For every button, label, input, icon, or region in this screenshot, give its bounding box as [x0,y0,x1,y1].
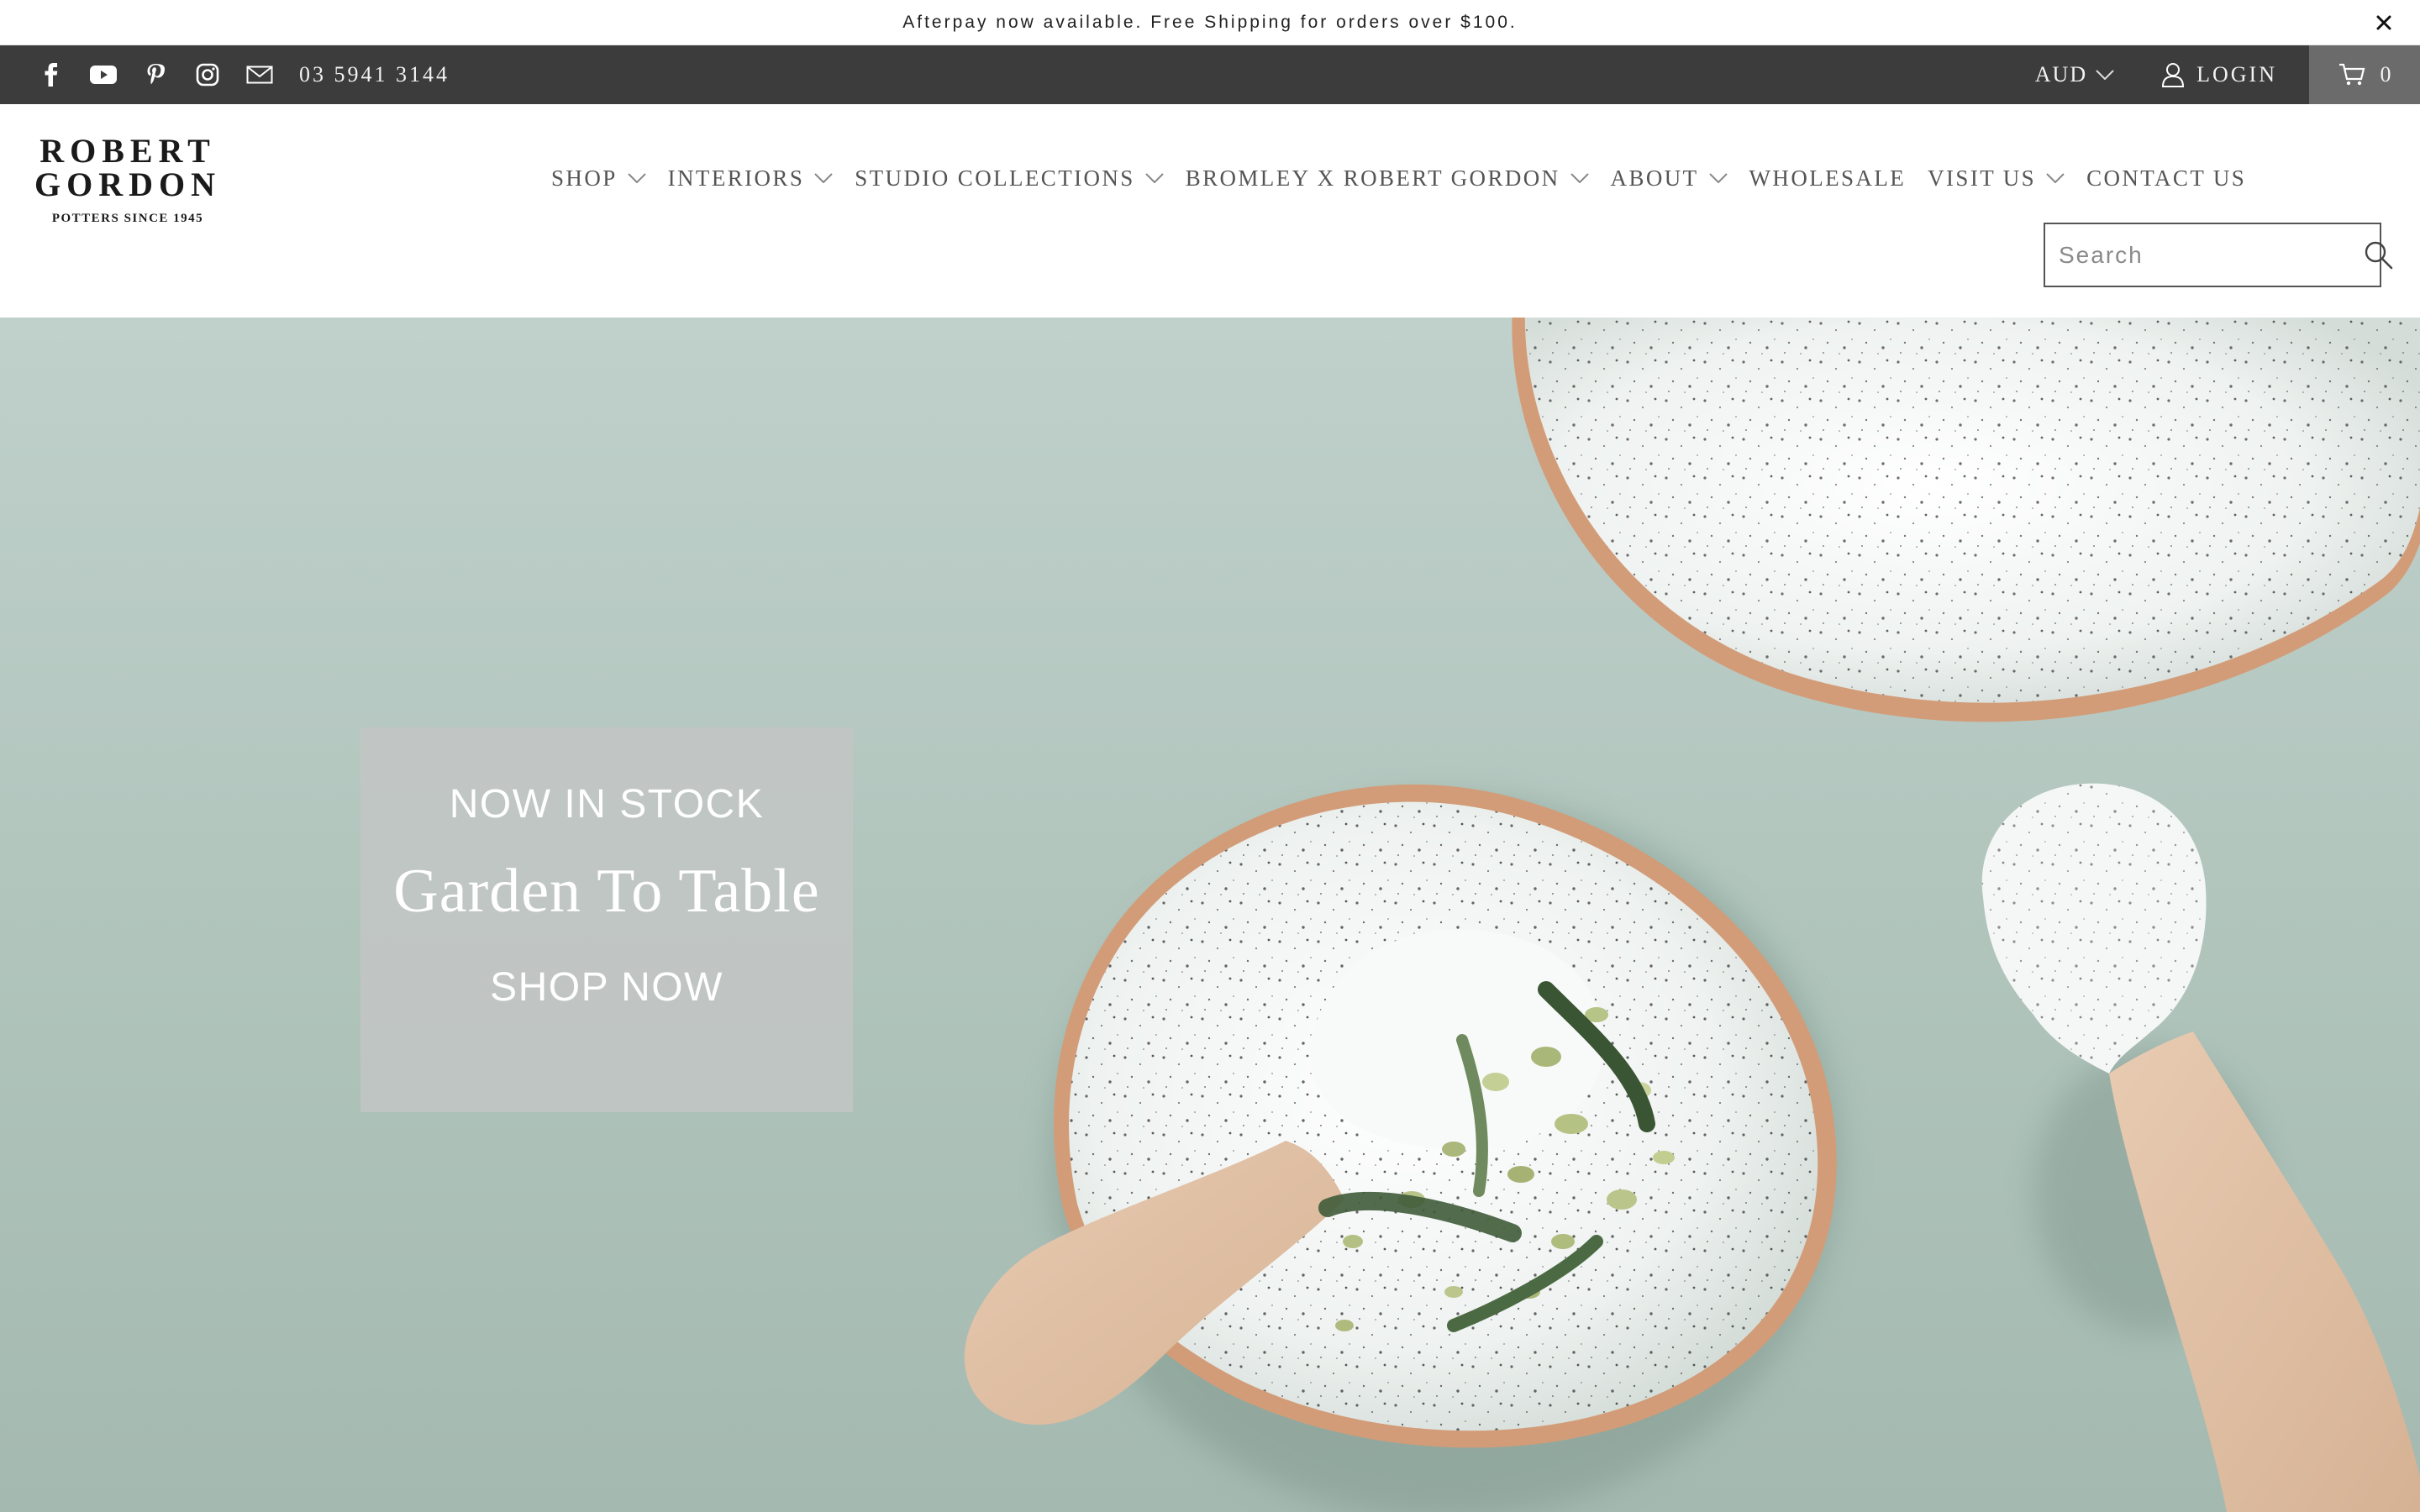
site-logo[interactable]: ROBERT GORDON POTTERS SINCE 1945 [29,134,227,244]
nav-item-about[interactable]: ABOUT [1611,165,1728,192]
announcement-text: Afterpay now available. Free Shipping fo… [902,12,1518,32]
announcement-bar: Afterpay now available. Free Shipping fo… [0,0,2420,45]
chevron-down-icon [1570,173,1589,183]
youtube-icon[interactable] [89,60,118,89]
logo-tagline: POTTERS SINCE 1945 [51,212,204,225]
site-header: ROBERT GORDON POTTERS SINCE 1945 SHOP IN… [0,104,2420,318]
hero-title: Garden To Table [393,857,820,926]
nav-item-label: SHOP [551,165,618,191]
nav-item-label: INTERIORS [667,165,805,191]
nav-item-shop[interactable]: SHOP [551,165,646,192]
nav-item-bromley[interactable]: BROMLEY X ROBERT GORDON [1186,165,1589,192]
chevron-down-icon [2046,173,2065,183]
logo-line-2: GORDON [34,165,221,203]
nav-item-label: BROMLEY X ROBERT GORDON [1185,165,1560,191]
nav-item-wholesale[interactable]: WHOLESALE [1749,165,1907,192]
nav-item-label: STUDIO COLLECTIONS [855,165,1135,191]
mail-icon[interactable] [245,60,274,89]
instagram-icon[interactable] [193,60,222,89]
cart-button[interactable]: 0 [2309,45,2420,104]
nav-item-contact-us[interactable]: CONTACT US [2086,165,2246,192]
nav-item-studio-collections[interactable]: STUDIO COLLECTIONS [855,165,1164,192]
account-controls: AUD LOGIN 0 [2035,45,2420,104]
currency-label: AUD [2034,62,2088,87]
phone-number[interactable]: 03 5941 3144 [299,62,450,87]
nav-item-label: VISIT US [1928,165,2037,191]
currency-selector[interactable]: AUD [2035,62,2114,87]
logo-line-1: ROBERT [39,132,216,170]
login-label: LOGIN [2196,62,2277,87]
nav-item-label: CONTACT US [2086,165,2247,191]
chevron-down-icon [814,173,833,183]
pinterest-icon[interactable] [141,60,170,89]
search-icon[interactable] [2364,224,2394,286]
cart-icon [2338,63,2365,86]
search-input[interactable] [2045,224,2364,286]
shop-now-button[interactable]: SHOP NOW [478,959,735,1016]
user-icon [2162,63,2185,87]
search-box [2044,223,2393,287]
cart-count: 0 [2380,62,2391,87]
chevron-down-icon [627,173,646,183]
close-icon[interactable] [2370,8,2398,37]
nav-item-visit-us[interactable]: VISIT US [1928,165,2065,192]
chevron-down-icon [1144,173,1164,183]
login-link[interactable]: LOGIN [2161,62,2277,87]
nav-item-label: WHOLESALE [1749,165,1907,191]
hero-banner[interactable]: NOW IN STOCK Garden To Table SHOP NOW [0,318,2420,1512]
hero-caption: NOW IN STOCK Garden To Table SHOP NOW [360,727,853,1112]
chevron-down-icon [1708,173,1728,183]
nav-item-label: ABOUT [1610,165,1699,191]
hero-subtitle: NOW IN STOCK [449,782,765,827]
nav-item-interiors[interactable]: INTERIORS [668,165,834,192]
social-links: 03 5941 3144 [37,45,450,104]
chevron-down-icon [2096,70,2114,80]
main-nav: SHOP INTERIORS STUDIO COLLECTIONS BROMLE… [551,160,2246,197]
top-bar: 03 5941 3144 AUD LOGIN 0 [0,45,2420,104]
facebook-icon[interactable] [37,60,66,89]
